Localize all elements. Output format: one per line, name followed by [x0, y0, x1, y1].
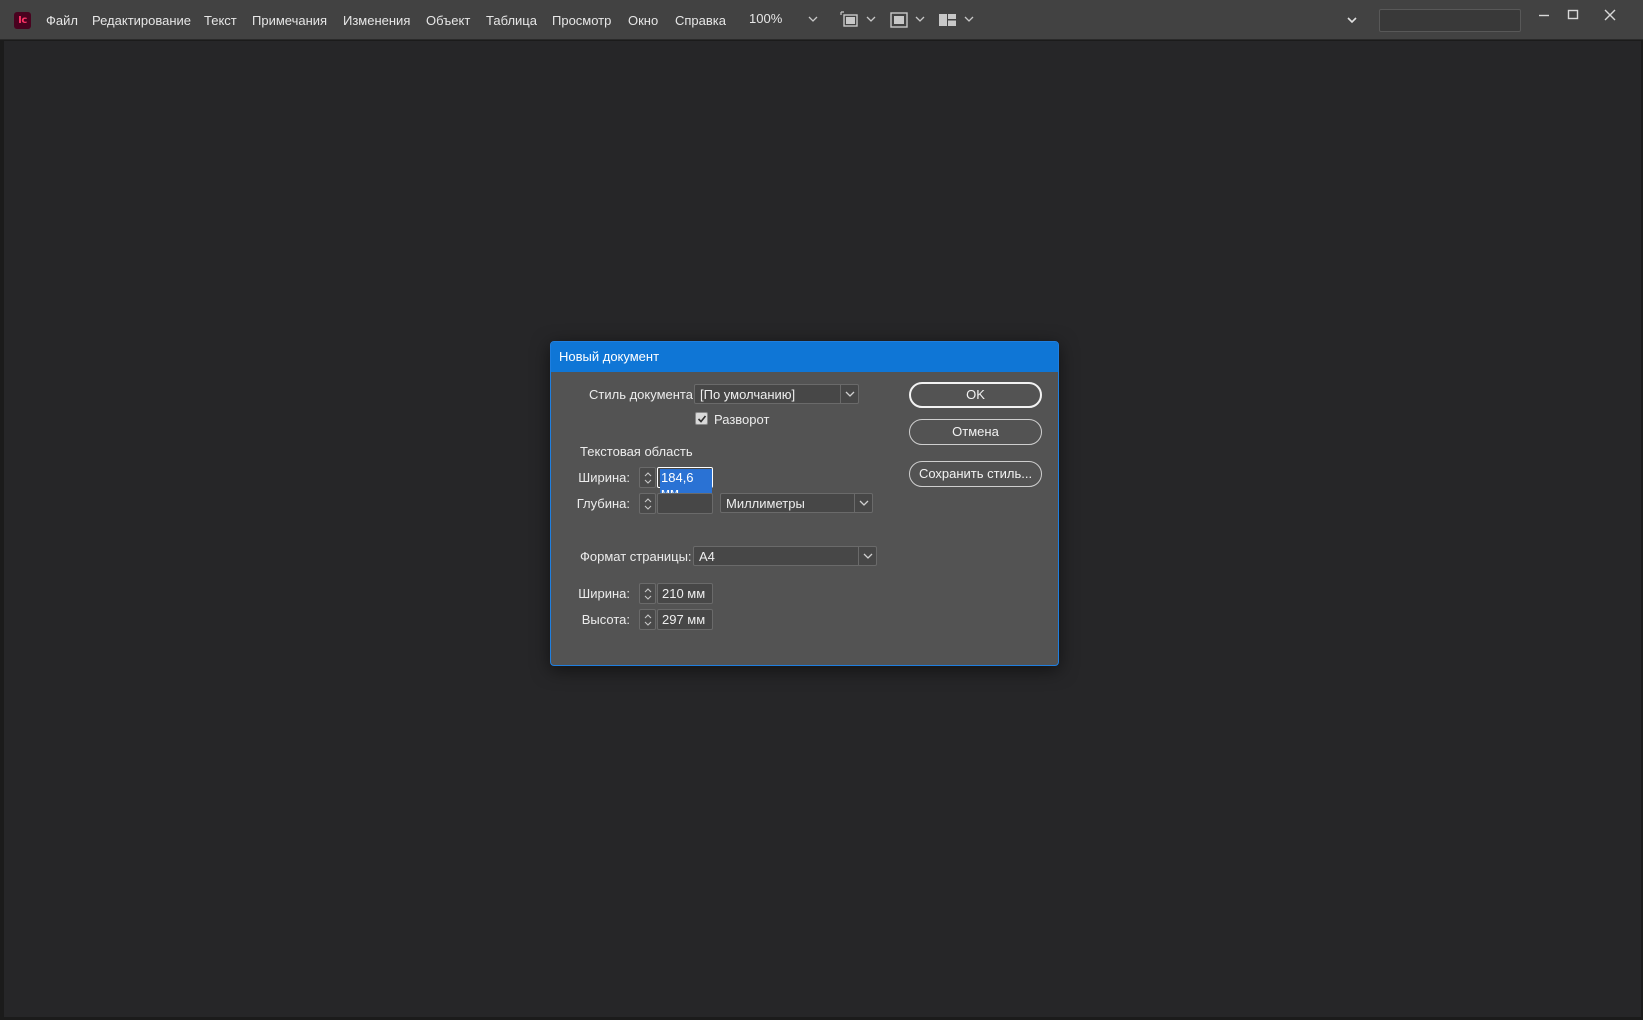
screen-mode-icon[interactable]	[889, 11, 909, 29]
zoom-chevron-down-icon[interactable]	[808, 15, 818, 25]
search-input[interactable]	[1379, 9, 1521, 32]
maximize-icon[interactable]	[1563, 5, 1583, 25]
minimize-icon[interactable]	[1534, 5, 1554, 25]
menu-changes[interactable]: Изменения	[343, 12, 410, 30]
page-height-stepper[interactable]	[639, 609, 656, 630]
menu-edit[interactable]: Редактирование	[92, 12, 191, 30]
units-select[interactable]: Миллиметры	[720, 493, 873, 513]
text-width-label: Ширина:	[578, 470, 630, 485]
menu-file[interactable]: Файл	[46, 12, 78, 30]
doc-style-label: Стиль документа:	[589, 387, 697, 402]
page-format-select[interactable]: A4	[693, 546, 877, 566]
page-width-value: 210 мм	[662, 586, 706, 601]
doc-style-select[interactable]: [По умолчанию]	[694, 384, 859, 404]
page-height-field[interactable]: 297 мм	[657, 609, 713, 630]
page-height-value: 297 мм	[662, 612, 706, 627]
zoom-level[interactable]: 100%	[749, 11, 782, 26]
text-area-heading: Текстовая область	[580, 444, 693, 459]
page-format-chevron-down-icon[interactable]	[858, 547, 876, 565]
menu-text[interactable]: Текст	[204, 12, 237, 30]
close-icon[interactable]	[1600, 5, 1620, 25]
ok-button[interactable]: OK	[909, 382, 1042, 408]
text-width-field[interactable]: 184,6 мм	[657, 467, 713, 501]
page-format-value: A4	[699, 549, 715, 564]
menu-help[interactable]: Справка	[675, 12, 726, 30]
workspace-chevron-down-icon[interactable]	[1347, 16, 1357, 26]
doc-style-value: [По умолчанию]	[700, 387, 796, 402]
text-depth-stepper[interactable]	[639, 493, 656, 514]
page-format-label: Формат страницы:	[580, 549, 692, 564]
menu-table[interactable]: Таблица	[486, 12, 537, 30]
page-height-label: Высота:	[581, 612, 630, 627]
cancel-button[interactable]: Отмена	[909, 419, 1042, 445]
menu-view[interactable]: Просмотр	[552, 12, 611, 30]
page-width-label: Ширина:	[578, 586, 630, 601]
units-value: Миллиметры	[726, 496, 805, 511]
spread-label: Разворот	[714, 412, 770, 427]
page-width-stepper[interactable]	[639, 583, 656, 604]
menu-bar: Ic Файл Редактирование Текст Примечания …	[0, 0, 1643, 40]
save-style-button[interactable]: Сохранить стиль...	[909, 461, 1042, 487]
doc-style-chevron-down-icon[interactable]	[840, 385, 858, 403]
page-width-field[interactable]: 210 мм	[657, 583, 713, 604]
app-logo-icon: Ic	[14, 12, 31, 29]
arrange-documents-chevron-down-icon[interactable]	[964, 15, 974, 25]
menu-notes[interactable]: Примечания	[252, 12, 327, 30]
text-width-stepper[interactable]	[639, 467, 656, 488]
arrange-documents-icon[interactable]	[938, 11, 958, 29]
screen-mode-chevron-down-icon[interactable]	[915, 15, 925, 25]
new-document-dialog: Новый документ Стиль документа: [По умол…	[550, 341, 1059, 666]
spread-checkbox[interactable]	[695, 412, 708, 425]
text-depth-field[interactable]	[657, 493, 713, 514]
text-depth-label: Глубина:	[576, 496, 630, 511]
view-options-icon[interactable]	[840, 11, 860, 29]
units-chevron-down-icon[interactable]	[854, 494, 872, 512]
dialog-title[interactable]: Новый документ	[551, 342, 1058, 372]
menu-window[interactable]: Окно	[628, 12, 658, 30]
menu-object[interactable]: Объект	[426, 12, 470, 30]
view-options-chevron-down-icon[interactable]	[866, 15, 876, 25]
